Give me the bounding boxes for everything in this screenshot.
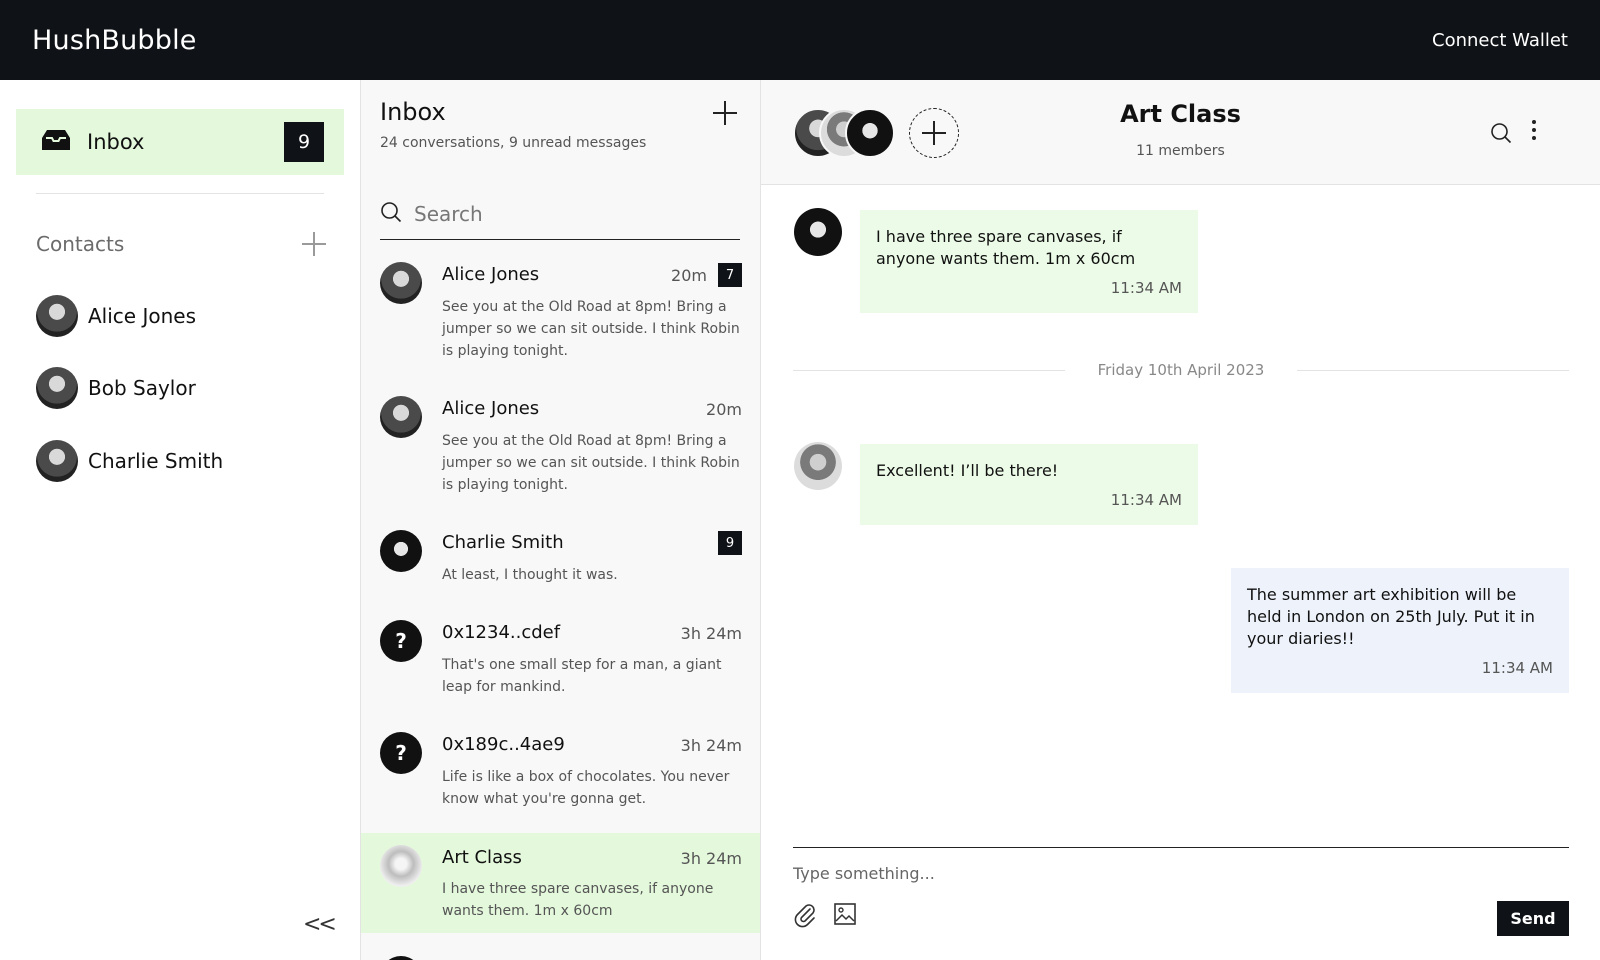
paperclip-icon[interactable] <box>793 902 817 932</box>
search-icon <box>380 201 402 227</box>
contacts-header: Contacts <box>36 232 326 256</box>
conversation-preview: See you at the Old Road at 8pm! Bring a … <box>442 433 740 493</box>
conversation-name: Alice Jones <box>442 398 540 419</box>
message-input[interactable] <box>793 864 1493 883</box>
conversation-preview: At least, I thought it was. <box>442 567 618 583</box>
inbox-icon <box>41 128 71 156</box>
conversation-preview: That's one small step for a man, a giant… <box>442 657 722 695</box>
conversation-item[interactable]: Alice Jones 20m 7 See you at the Old Roa… <box>361 258 760 378</box>
conversation-item[interactable]: ? 0x189c..4ae9 3h 24m Life is like a box… <box>361 728 760 823</box>
message-time: 11:34 AM <box>1481 659 1553 677</box>
conversation-list: Inbox 24 conversations, 9 unread message… <box>361 80 761 960</box>
message-time: 11:34 AM <box>1110 279 1182 297</box>
unread-badge: 9 <box>718 531 742 555</box>
chat-pane: Art Class 11 members I have three spare … <box>761 80 1600 960</box>
contact-bob-saylor[interactable]: Bob Saylor <box>36 367 326 409</box>
unknown-user-avatar: ? <box>380 732 422 774</box>
conversation-time: 20m <box>671 266 707 285</box>
unread-badge: 7 <box>718 263 742 287</box>
date-separator: Friday 10th April 2023 <box>793 360 1569 380</box>
conversation-name: 0x189c..4ae9 <box>442 734 565 755</box>
unread-count-badge: 9 <box>284 122 324 162</box>
contact-name: Bob Saylor <box>88 376 196 400</box>
conversation-item[interactable]: Alice Jones 20m See you at the Old Road … <box>361 392 760 512</box>
image-icon[interactable] <box>833 902 857 930</box>
contact-name: Charlie Smith <box>88 449 224 473</box>
avatar <box>36 440 78 482</box>
avatar <box>794 442 842 490</box>
top-bar: HushBubble Connect Wallet <box>0 0 1600 80</box>
message-bubble: Excellent! I’ll be there! 11:34 AM <box>860 444 1198 525</box>
conversation-time: 3h 24m <box>680 849 742 868</box>
conversation-summary: 24 conversations, 9 unread messages <box>380 135 647 151</box>
conversation-time: 20m <box>706 400 742 419</box>
app-brand: HushBubble <box>32 24 197 56</box>
conversation-item[interactable]: ? 0x1234..cdef 3h 24m That's one small s… <box>361 616 760 711</box>
avatar <box>380 956 422 960</box>
conversation-name: Alice Jones <box>442 264 540 285</box>
unknown-user-avatar: ? <box>380 620 422 662</box>
more-options-icon[interactable] <box>1530 120 1538 142</box>
message-text: The summer art exhibition will be held i… <box>1247 585 1535 648</box>
conversation-time: 3h 24m <box>680 624 742 643</box>
search-bar <box>380 188 740 240</box>
sidebar: Inbox 9 Contacts Alice Jones Bob Saylor … <box>0 80 361 960</box>
conversation-name: Art Class <box>442 847 522 868</box>
search-icon[interactable] <box>1490 122 1512 148</box>
avatar <box>36 367 78 409</box>
new-conversation-icon[interactable] <box>713 101 737 125</box>
message-bubble: I have three spare canvases, if anyone w… <box>860 210 1198 313</box>
add-contact-icon[interactable] <box>302 232 326 256</box>
page-title: Inbox <box>380 98 446 126</box>
conversation-preview: See you at the Old Road at 8pm! Bring a … <box>442 299 740 359</box>
message-bubble-outgoing: The summer art exhibition will be held i… <box>1231 568 1569 693</box>
search-input[interactable] <box>414 201 714 226</box>
contact-charlie-smith[interactable]: Charlie Smith <box>36 440 326 482</box>
contact-alice-jones[interactable]: Alice Jones <box>36 295 326 337</box>
message-time: 11:34 AM <box>1110 491 1182 509</box>
message-text: I have three spare canvases, if anyone w… <box>876 227 1136 268</box>
conversation-item-active[interactable]: Art Class 3h 24m I have three spare canv… <box>361 833 760 933</box>
conversation-name: Charlie Smith <box>442 532 564 553</box>
collapse-sidebar-icon[interactable]: << <box>303 912 337 937</box>
conversation-preview: I have three spare canvases, if anyone w… <box>442 881 714 919</box>
avatar <box>380 530 422 572</box>
connect-wallet-button[interactable]: Connect Wallet <box>1432 30 1568 51</box>
avatar <box>794 208 842 256</box>
avatar <box>36 295 78 337</box>
sidebar-item-label: Inbox <box>87 130 145 154</box>
conversation-name: 0x1234..cdef <box>442 622 561 643</box>
message-text: Excellent! I’ll be there! <box>876 461 1059 480</box>
member-count: 11 members <box>1136 143 1225 159</box>
avatar <box>380 262 422 304</box>
contacts-title: Contacts <box>36 232 125 256</box>
send-button[interactable]: Send <box>1497 901 1569 936</box>
conversation-item[interactable]: Charlie Smith 9 At least, I thought it w… <box>361 526 760 596</box>
conversation-time: 3h 24m <box>680 736 742 755</box>
sidebar-item-inbox[interactable]: Inbox 9 <box>16 109 344 175</box>
avatar <box>380 396 422 438</box>
chat-header: Art Class 11 members <box>761 80 1600 185</box>
group-avatar <box>380 845 422 887</box>
contact-name: Alice Jones <box>88 304 196 328</box>
chat-title: Art Class <box>1120 100 1241 128</box>
date-separator-label: Friday 10th April 2023 <box>1097 361 1265 379</box>
sidebar-divider <box>36 193 324 194</box>
message-composer: Send <box>793 847 1569 960</box>
conversation-preview: Life is like a box of chocolates. You ne… <box>442 769 730 807</box>
